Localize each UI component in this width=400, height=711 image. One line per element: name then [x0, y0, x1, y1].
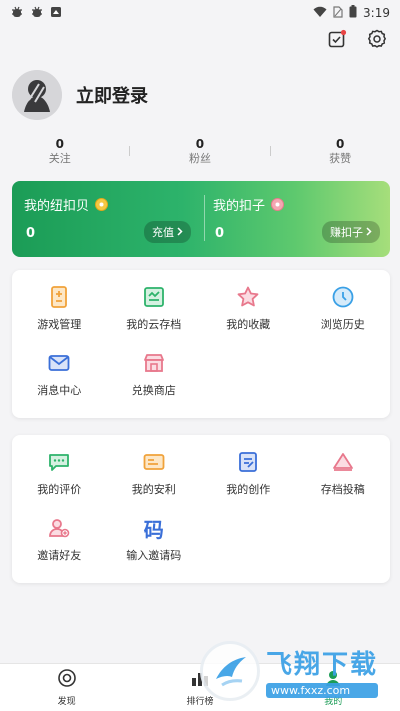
earn-kouzi-button[interactable]: 赚扣子: [322, 221, 380, 243]
divider: [269, 146, 271, 156]
edit-doc-icon: [235, 449, 261, 475]
menu-history[interactable]: 浏览历史: [296, 284, 391, 350]
bug-icon: [30, 5, 44, 22]
wallet-title-text: 我的纽扣贝: [24, 199, 90, 214]
features-card-2: 我的评价 我的安利 我的创作 存档投稿 邀请好友 码 输入邀请码: [12, 435, 390, 583]
menu-enter-invite-code[interactable]: 码 输入邀请码: [107, 515, 202, 581]
card-icon: [141, 449, 167, 475]
menu-cloud-save[interactable]: 我的云存档: [107, 284, 202, 350]
recharge-label: 充值: [152, 226, 174, 239]
stats-row: 0 关注 0 粉丝 0 获赞: [0, 136, 400, 166]
menu-label: 输入邀请码: [126, 549, 182, 562]
menu-shop[interactable]: 兑换商店: [107, 350, 202, 416]
stat-value: 0: [55, 136, 64, 151]
code-icon: 码: [143, 517, 164, 542]
wifi-icon: [313, 6, 327, 21]
features-card-1: 游戏管理 我的云存档 我的收藏 浏览历史 消息中心 兑换商店: [12, 270, 390, 418]
stat-label: 关注: [48, 151, 71, 165]
chevron-right-icon: [366, 226, 372, 239]
menu-label: 兑换商店: [131, 384, 176, 397]
menu-favorites[interactable]: 我的收藏: [201, 284, 296, 350]
watermark-logo: [200, 641, 260, 701]
stat-fans[interactable]: 0 粉丝: [150, 137, 250, 166]
comment-icon: [46, 449, 72, 475]
bug-icon: [10, 5, 24, 22]
clock-time: 3:19: [363, 6, 390, 20]
wallet-card: 我的纽扣贝 0 充值 我的扣子 0 赚扣子: [12, 181, 390, 257]
settings-button[interactable]: [366, 29, 388, 53]
wallet-kouzi[interactable]: 我的扣子 0 赚扣子: [201, 181, 390, 257]
button-coin-icon: [271, 198, 285, 211]
menu-label: 我的安利: [131, 483, 176, 496]
stat-label: 获赞: [329, 151, 352, 165]
cloud-save-icon: [141, 284, 167, 310]
notification-icons: [10, 5, 62, 22]
profile-header[interactable]: 立即登录: [12, 68, 388, 122]
divider: [129, 146, 131, 156]
menu-label: 游戏管理: [37, 318, 82, 331]
earn-label: 赚扣子: [330, 226, 363, 239]
menu-label: 我的云存档: [126, 318, 182, 331]
watermark-text: 飞翔下载 www.fxxz.com: [266, 644, 379, 698]
clock-icon: [330, 284, 356, 310]
notification-app-icon: [50, 6, 62, 21]
stat-value: 0: [195, 136, 205, 151]
chevron-right-icon: [177, 226, 183, 239]
menu-my-creations[interactable]: 我的创作: [201, 449, 296, 515]
watermark-url: www.fxxz.com: [266, 683, 379, 698]
menu-label: 浏览历史: [320, 318, 365, 331]
wallet-title: 我的纽扣贝: [24, 195, 189, 214]
wallet-title: 我的扣子: [213, 195, 378, 214]
menu-save-submit[interactable]: 存档投稿: [296, 449, 391, 515]
status-bar: 3:19: [0, 0, 400, 26]
shop-icon: [141, 350, 167, 376]
stat-label: 粉丝: [188, 151, 211, 165]
menu-label: 邀请好友: [37, 549, 82, 562]
wallet-value: 0: [215, 226, 225, 241]
discover-icon: [57, 668, 77, 692]
gear-icon: [367, 29, 387, 53]
task-checkin-button[interactable]: [326, 29, 348, 53]
avatar[interactable]: [12, 70, 62, 120]
mail-icon: [46, 350, 72, 376]
watermark: 飞翔下载 www.fxxz.com: [200, 637, 390, 705]
stat-likes[interactable]: 0 获赞: [290, 137, 390, 166]
menu-my-recommendations[interactable]: 我的安利: [107, 449, 202, 515]
recharge-button[interactable]: 充值: [144, 221, 191, 243]
wallet-title-text: 我的扣子: [213, 199, 266, 214]
menu-my-reviews[interactable]: 我的评价: [12, 449, 107, 515]
wallet-value: 0: [26, 226, 36, 241]
battery-icon: [349, 5, 357, 21]
menu-label: 我的收藏: [226, 318, 271, 331]
menu-label: 我的创作: [226, 483, 271, 496]
system-icons: 3:19: [313, 5, 390, 21]
menu-label: 我的评价: [37, 483, 82, 496]
tab-label: 发现: [57, 697, 76, 707]
stat-value: 0: [335, 136, 345, 151]
top-actions: [326, 29, 388, 53]
login-link[interactable]: 立即登录: [76, 82, 148, 108]
stat-following[interactable]: 0 关注: [10, 137, 110, 166]
menu-game-manage[interactable]: 游戏管理: [12, 284, 107, 350]
coin-icon: [95, 198, 109, 211]
invite-user-icon: [46, 515, 72, 541]
submit-icon: [330, 449, 356, 475]
sim-icon: [333, 5, 343, 21]
menu-messages[interactable]: 消息中心: [12, 350, 107, 416]
menu-invite-friends[interactable]: 邀请好友: [12, 515, 107, 581]
star-icon: [235, 284, 261, 310]
game-manage-icon: [46, 284, 72, 310]
menu-label: 存档投稿: [320, 483, 365, 496]
tab-discover[interactable]: 发现: [27, 668, 107, 707]
wallet-niukoubei[interactable]: 我的纽扣贝 0 充值: [12, 181, 201, 257]
menu-label: 消息中心: [37, 384, 82, 397]
calendar-check-icon: [327, 29, 347, 53]
watermark-title: 飞翔下载: [266, 650, 379, 680]
